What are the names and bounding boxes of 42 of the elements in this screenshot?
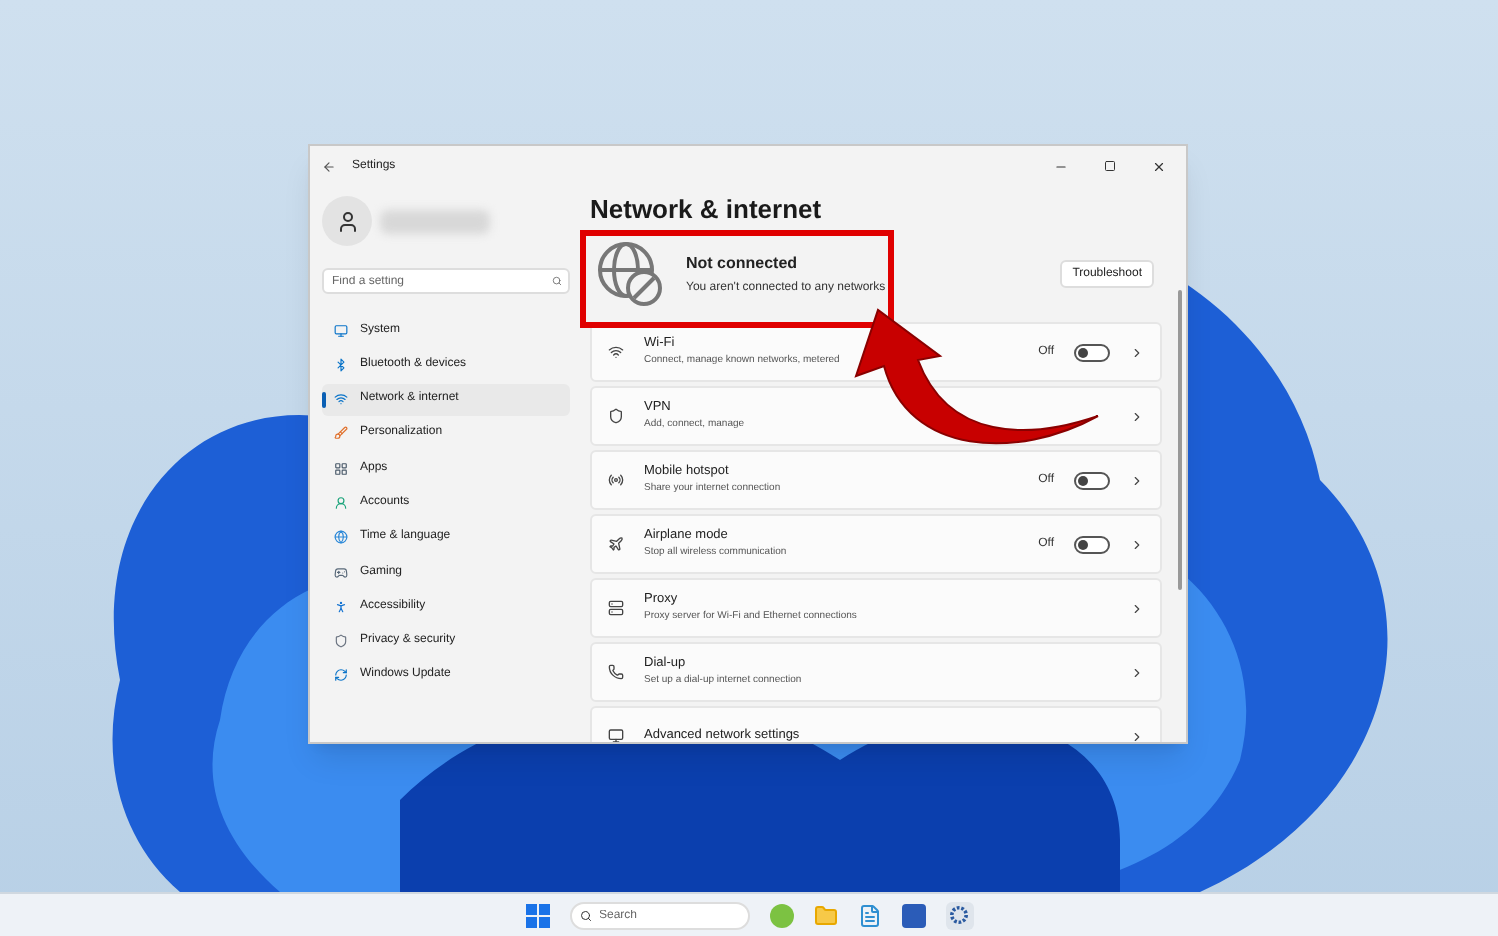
chevron-icon	[1130, 537, 1144, 551]
brush-icon	[334, 426, 348, 441]
hotspot-icon	[608, 472, 624, 488]
globe-blocked-icon	[594, 238, 666, 310]
settings-icon[interactable]	[945, 901, 973, 929]
bluetooth-icon	[334, 357, 348, 372]
accessibility-icon	[334, 599, 348, 614]
phone-icon	[608, 664, 624, 680]
shield-icon	[334, 634, 348, 649]
close-icon[interactable]	[1152, 159, 1166, 173]
page-title: Network & internet	[590, 194, 824, 226]
chevron-icon	[1130, 601, 1144, 615]
back-icon[interactable]	[322, 159, 336, 173]
shield-icon	[608, 408, 624, 424]
search-icon	[552, 276, 562, 286]
status-title: Not connected	[686, 251, 800, 275]
wifi-icon	[334, 392, 348, 407]
word-icon[interactable]	[901, 903, 925, 927]
person-icon	[335, 209, 359, 233]
document-icon[interactable]	[857, 903, 881, 927]
toggle-switch[interactable]	[1074, 471, 1110, 489]
search-icon	[579, 909, 591, 921]
chevron-icon	[1130, 409, 1144, 423]
wifi-icon	[608, 344, 624, 360]
globe-icon	[334, 530, 348, 545]
toggle-switch[interactable]	[1074, 535, 1110, 553]
toggle-switch[interactable]	[1074, 343, 1110, 361]
gamepad-icon	[334, 565, 348, 580]
person-icon	[334, 495, 348, 510]
refresh-icon	[334, 668, 348, 683]
monitor-icon	[334, 323, 348, 337]
chevron-icon	[1130, 473, 1144, 487]
blurred-account-name	[380, 209, 490, 233]
chevron-icon	[1130, 345, 1144, 359]
monitor-icon	[608, 728, 624, 742]
windows-logo-icon[interactable]	[525, 903, 549, 927]
chevron-icon	[1130, 729, 1144, 742]
chevron-icon	[1130, 665, 1144, 679]
server-icon	[608, 600, 624, 616]
grid-icon	[334, 461, 348, 476]
airplane-icon	[608, 536, 624, 552]
maximize-icon[interactable]	[1104, 160, 1116, 172]
